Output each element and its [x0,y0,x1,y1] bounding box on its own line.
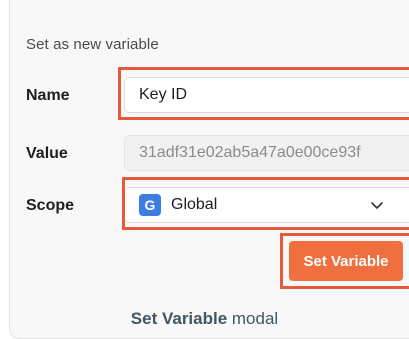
chevron-down-icon [371,202,383,209]
global-scope-icon: G [139,194,161,216]
value-input: 31adf31e02ab5a47a0e00ce93f [124,135,409,171]
scope-select-value: Global [171,196,218,213]
value-label: Value [26,145,68,162]
modal-heading: Set as new variable [26,36,159,53]
scope-select[interactable]: G Global [124,187,409,223]
name-input-value: Key ID [139,86,188,103]
scope-label: Scope [26,197,75,214]
name-input[interactable]: Key ID [124,77,409,113]
caption-bold: Set Variable [130,309,228,328]
caption-rest: modal [227,309,279,328]
value-input-value: 31adf31e02ab5a47a0e00ce93f [139,144,361,161]
figure-caption: Set Variable modal [0,309,409,329]
set-variable-button[interactable]: Set Variable [289,241,403,281]
name-label: Name [26,87,70,104]
